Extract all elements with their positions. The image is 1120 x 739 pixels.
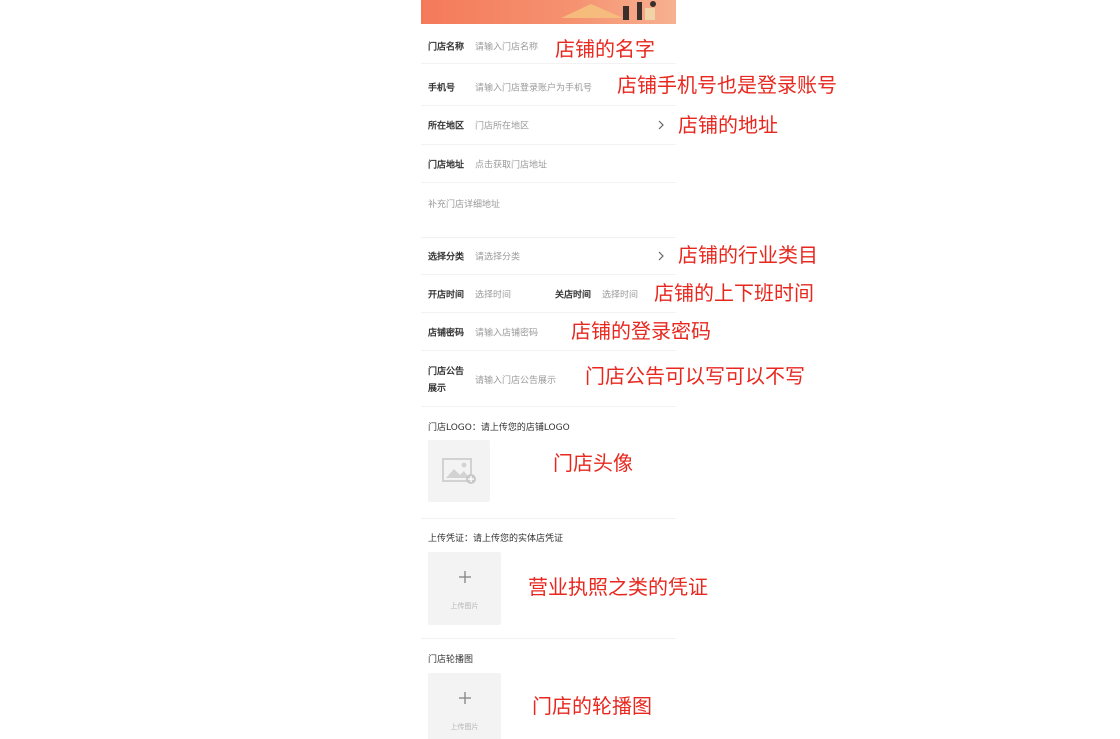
region-row[interactable]: 所在地区 门店所在地区 [421,106,676,145]
top-banner [421,0,676,24]
canvas: 门店名称 请输入门店名称 手机号 请输入门店登录账户为手机号 所在地区 门店所在… [0,0,1120,739]
logo-upload[interactable] [428,440,490,502]
store-name-input[interactable]: 请输入门店名称 [475,39,538,52]
annotation-carousel: 门店的轮播图 [532,694,652,718]
region-select[interactable]: 门店所在地区 [475,119,529,132]
image-placeholder-icon [442,458,476,484]
banner-illustration [561,1,656,20]
notice-input[interactable]: 请输入门店公告展示 [475,373,556,386]
chevron-right-icon [658,251,664,260]
plus-icon [458,692,471,704]
store-name-label: 门店名称 [428,42,465,52]
upload-text: 上传图片 [450,723,479,731]
address-locate[interactable]: 点击获取门店地址 [475,157,547,170]
upload-text: 上传图片 [450,602,479,610]
category-select[interactable]: 请选择分类 [475,249,520,262]
carousel-upload[interactable]: 上传图片 [428,673,501,739]
hours-row: 开店时间 选择时间 关店时间 选择时间 [421,275,676,313]
open-time-picker[interactable]: 选择时间 [475,287,511,300]
credential-upload[interactable]: 上传图片 [428,552,501,625]
category-label: 选择分类 [428,252,465,262]
phone-label: 手机号 [428,83,456,93]
annotation-category: 店铺的行业类目 [678,243,818,267]
notice-label-line2: 展示 [428,384,447,394]
annotation-password: 店铺的登录密码 [571,319,711,343]
annotation-logo: 门店头像 [553,451,633,475]
annotation-hours: 店铺的上下班时间 [654,281,814,305]
carousel-label: 门店轮播图 [428,655,474,665]
close-time-label: 关店时间 [555,290,592,300]
logo-label: 门店LOGO：请上传您的店铺LOGO [428,423,570,433]
password-input[interactable]: 请输入店铺密码 [475,325,538,338]
section-divider [421,638,676,639]
annotation-credential: 营业执照之类的凭证 [528,575,708,599]
category-row[interactable]: 选择分类 请选择分类 [421,237,676,275]
chevron-right-icon [658,120,664,130]
region-label: 所在地区 [428,121,465,132]
password-label: 店铺密码 [428,328,465,338]
annotation-notice: 门店公告可以写可以不写 [585,364,805,388]
address-label: 门店地址 [428,160,465,170]
credential-label: 上传凭证：请上传您的实体店凭证 [428,534,564,544]
section-divider [421,518,676,519]
annotation-address: 店铺的地址 [678,113,778,137]
notice-label-line1: 门店公告 [428,367,465,377]
annotation-phone: 店铺手机号也是登录账号 [617,73,837,97]
address-detail-row[interactable]: 补充门店详细地址 [421,183,676,237]
address-row[interactable]: 门店地址 点击获取门店地址 [421,145,676,183]
close-time-picker[interactable]: 选择时间 [602,287,638,300]
address-detail-input[interactable]: 补充门店详细地址 [428,197,500,210]
plus-icon [458,571,471,583]
open-time-label: 开店时间 [428,290,465,300]
annotation-store-name: 店铺的名字 [555,37,655,61]
phone-input[interactable]: 请输入门店登录账户为手机号 [475,80,592,93]
